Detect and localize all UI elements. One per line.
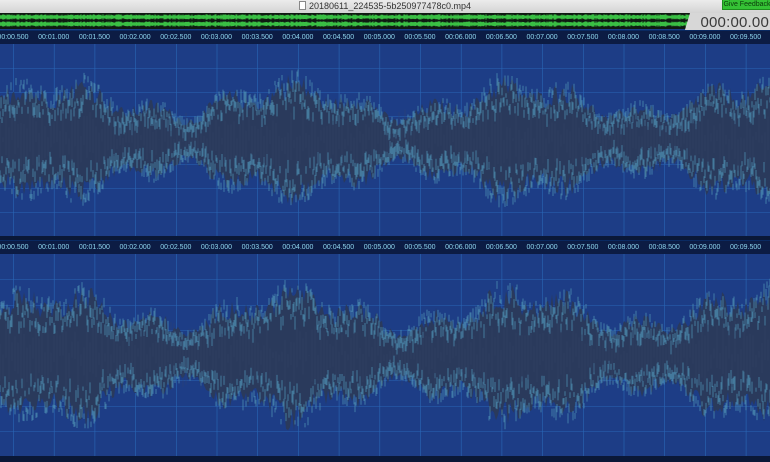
ruler-tick-label: 00:09.500 bbox=[730, 244, 762, 251]
time-ruler-top[interactable]: 00:00.500 00:01.000 00:01.500 00:02.000 00:0… bbox=[0, 30, 770, 45]
ruler-tick-label: 00:07.000 bbox=[526, 244, 558, 251]
ruler-tick-label: 00:07.500 bbox=[567, 34, 599, 41]
ruler-tick-label: 00:07.000 bbox=[526, 34, 558, 41]
waveform-channel-1-graphic bbox=[0, 44, 770, 236]
window-title: 20180611_224535-5b250977478c0.mp4 bbox=[309, 1, 471, 11]
waveform-channel-1[interactable] bbox=[0, 44, 770, 236]
ruler-tick-label: 00:03.500 bbox=[241, 244, 273, 251]
time-ruler-bottom[interactable]: 00:00.500 00:01.000 00:01.500 00:02.000 00:0… bbox=[0, 240, 770, 255]
ruler-tick-label: 00:06.500 bbox=[485, 244, 517, 251]
waveform-channel-2[interactable] bbox=[0, 254, 770, 456]
overview-waveform[interactable] bbox=[0, 13, 690, 29]
ruler-tick-label: 00:06.000 bbox=[445, 34, 477, 41]
ruler-tick-label: 00:03.000 bbox=[200, 34, 233, 41]
ruler-tick-label: 00:08.500 bbox=[648, 244, 680, 251]
ruler-tick-label: 00:03.500 bbox=[241, 34, 273, 41]
ruler-tick-label: 00:02.000 bbox=[119, 244, 151, 251]
ruler-tick-label: 00:02.500 bbox=[160, 34, 192, 41]
ruler-tick-label: 00:02.500 bbox=[160, 244, 192, 251]
ruler-tick-label: 00:01.500 bbox=[78, 34, 110, 41]
ruler-tick-label: 00:09.000 bbox=[689, 244, 721, 251]
ruler-tick-label: 00:01.500 bbox=[78, 244, 110, 251]
ruler-tick-label: 00:05.500 bbox=[404, 34, 436, 41]
ruler-tick-label: 00:08.500 bbox=[648, 34, 680, 41]
ruler-tick-label: 00:09.000 bbox=[689, 34, 721, 41]
ruler-tick-label: 00:01.000 bbox=[38, 34, 70, 41]
ruler-tick-label: 00:08.000 bbox=[607, 34, 640, 41]
ruler-tick-label: 00:03.000 bbox=[200, 244, 233, 251]
ruler-tick-label: 00:09.500 bbox=[730, 34, 762, 41]
ruler-tick-label: 00:08.000 bbox=[607, 244, 640, 251]
ruler-tick-label: 00:05.500 bbox=[404, 244, 436, 251]
ruler-tick-label: 00:06.500 bbox=[485, 34, 517, 41]
ruler-tick-label: 00:04.000 bbox=[282, 244, 314, 251]
waveform-channel-2-graphic bbox=[0, 254, 770, 456]
ruler-tick-label: 00:01.000 bbox=[38, 244, 70, 251]
ruler-tick-label: 00:04.500 bbox=[323, 244, 355, 251]
window-titlebar: 20180611_224535-5b250977478c0.mp4 bbox=[0, 0, 770, 14]
bottom-bar bbox=[0, 456, 770, 462]
ruler-tick-label: 00:05.000 bbox=[363, 34, 395, 41]
ruler-tick-label: 00:06.000 bbox=[445, 244, 477, 251]
overview-waveform-graphic bbox=[0, 13, 690, 29]
ruler-tick-label: 00:05.000 bbox=[363, 244, 395, 251]
give-feedback-button[interactable]: Give Feedback bbox=[722, 0, 770, 10]
document-icon bbox=[299, 1, 306, 10]
ruler-tick-label: 00:00.500 bbox=[0, 34, 29, 41]
ruler-tick-label: 00:04.500 bbox=[323, 34, 355, 41]
ruler-tick-label: 00:07.500 bbox=[567, 244, 599, 251]
timer-value: 000:00.00 bbox=[700, 14, 769, 31]
ruler-tick-label: 00:00.500 bbox=[0, 244, 29, 251]
ruler-tick-label: 00:04.000 bbox=[282, 34, 314, 41]
ruler-tick-label: 00:02.000 bbox=[119, 34, 151, 41]
